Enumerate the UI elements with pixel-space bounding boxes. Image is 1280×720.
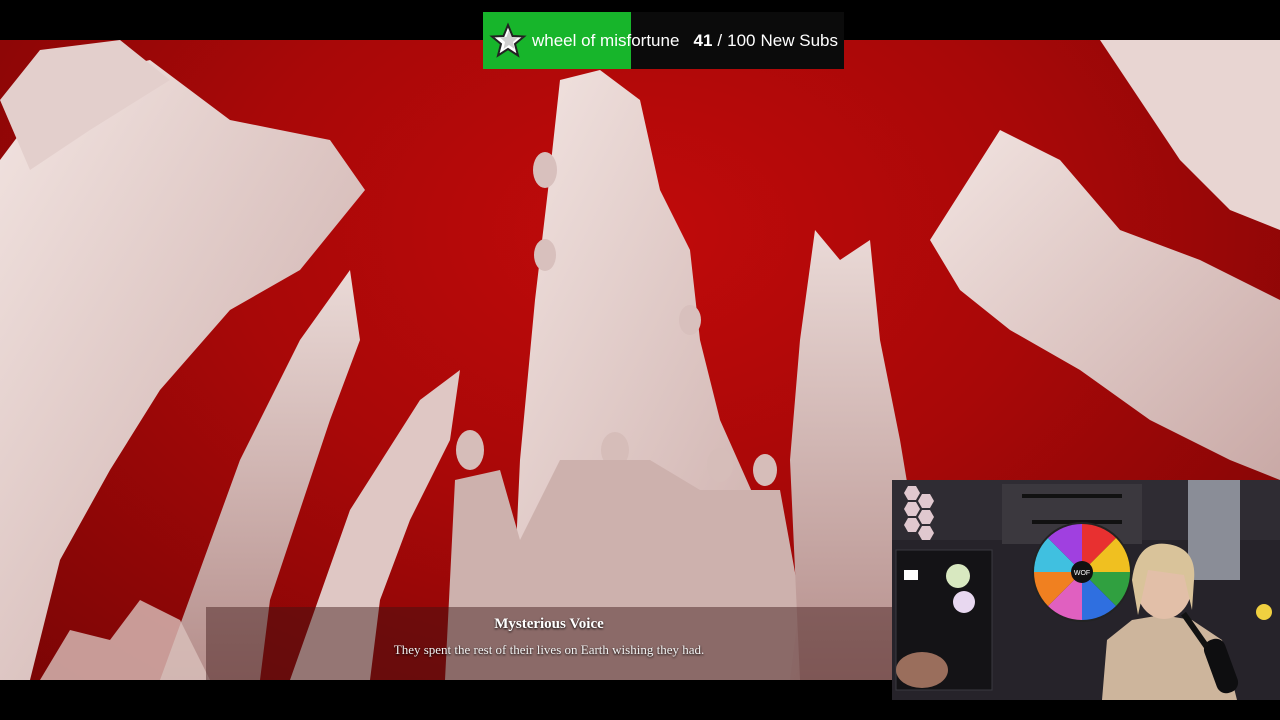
figure-center-2 bbox=[534, 239, 556, 271]
donut-box bbox=[896, 652, 948, 688]
figure-center-1 bbox=[533, 152, 557, 188]
prize-wheel: WOF bbox=[1032, 522, 1132, 622]
door bbox=[1188, 480, 1240, 580]
pc-fan-2 bbox=[953, 591, 975, 613]
foliage-ground-left bbox=[40, 600, 210, 680]
dialogue-subtitle: Mysterious Voice They spent the rest of … bbox=[206, 607, 892, 680]
figure-center-7 bbox=[753, 454, 777, 486]
figure-center-6 bbox=[707, 448, 733, 482]
tree-branch-top-right bbox=[1100, 40, 1280, 230]
goal-unit: New Subs bbox=[760, 30, 838, 50]
wheel-center-label: WOF bbox=[1074, 570, 1090, 577]
goal-counter: 41 / 100 New Subs bbox=[693, 12, 838, 69]
pc-logo bbox=[904, 570, 918, 580]
webcam-scene: WOF bbox=[892, 480, 1280, 700]
webcam-overlay: WOF bbox=[892, 480, 1280, 700]
pc-fan-1 bbox=[946, 564, 970, 588]
figure-center-4 bbox=[456, 430, 484, 470]
dialogue-line: They spent the rest of their lives on Ea… bbox=[393, 642, 705, 657]
figurine bbox=[1256, 604, 1272, 620]
dialogue-speaker: Mysterious Voice bbox=[494, 616, 604, 632]
goal-target: 100 bbox=[727, 30, 756, 50]
goal-current: 41 bbox=[693, 30, 713, 50]
figure-center-3 bbox=[679, 305, 701, 335]
stream-goal-bar: wheel of misfortune 41 / 100 New Subs bbox=[483, 12, 844, 69]
star-icon bbox=[489, 21, 527, 60]
goal-separator: / bbox=[717, 30, 723, 50]
goal-title: wheel of misfortune bbox=[532, 30, 680, 50]
